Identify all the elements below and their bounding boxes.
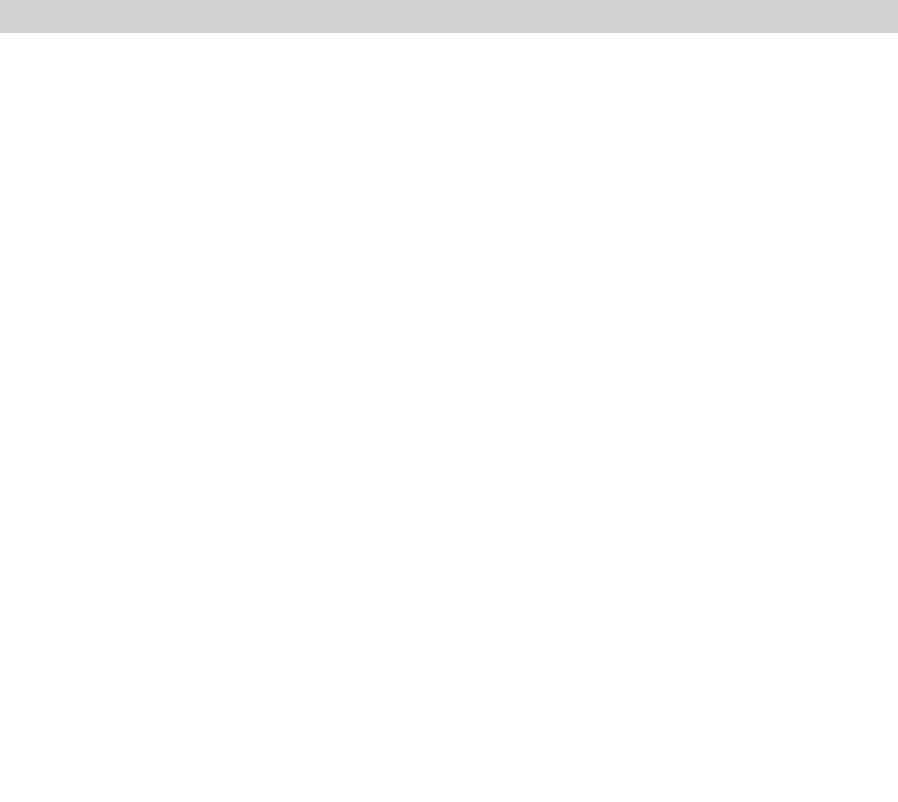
diagram-canvas [0, 0, 898, 802]
wiring-diagram [0, 0, 898, 802]
diagram-page [0, 0, 898, 802]
